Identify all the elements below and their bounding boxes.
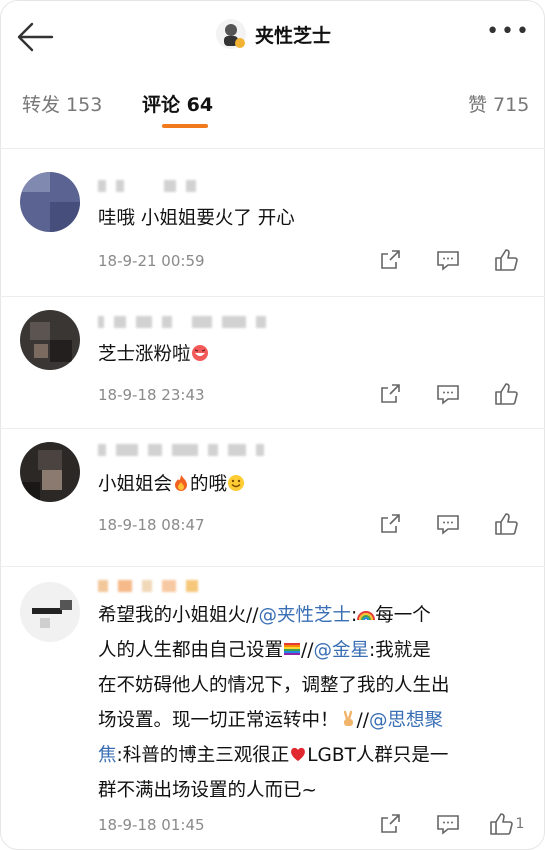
tab-reposts[interactable]: 转发 153 xyxy=(22,90,102,117)
tab-bar: 转发 153 评论 64 赞 715 xyxy=(0,80,545,132)
comment-icon[interactable] xyxy=(419,510,477,538)
rainbow-flag-emoji-icon xyxy=(283,635,301,655)
comment-time: 18-9-18 08:47 xyxy=(98,516,205,534)
victory-hand-emoji-icon xyxy=(339,705,357,726)
active-tab-indicator xyxy=(162,124,208,128)
tab-comments[interactable]: 评论 64 xyxy=(142,90,213,117)
comment-icon[interactable] xyxy=(419,380,477,408)
like-count: 1 xyxy=(515,816,525,832)
fire-emoji-icon xyxy=(172,470,190,491)
comment-actions xyxy=(361,246,535,274)
share-icon[interactable] xyxy=(361,510,419,538)
divider xyxy=(0,428,545,429)
divider xyxy=(0,296,545,297)
comment-actions: 1 xyxy=(361,810,535,838)
comment-actions xyxy=(361,510,535,538)
laughing-face-emoji-icon xyxy=(191,340,209,361)
avatar[interactable] xyxy=(20,310,80,370)
comment-icon[interactable] xyxy=(419,810,477,838)
like-icon[interactable] xyxy=(477,246,535,274)
comment-actions xyxy=(361,380,535,408)
comment-time: 18-9-18 01:45 xyxy=(98,816,205,834)
username-blurred xyxy=(98,442,264,458)
share-icon[interactable] xyxy=(361,246,419,274)
like-icon[interactable] xyxy=(477,510,535,538)
comment-time: 18-9-18 23:43 xyxy=(98,386,205,404)
username-blurred xyxy=(98,578,198,594)
comment-text: 哇哦 小姐姐要火了 开心 xyxy=(98,208,295,229)
mention-link[interactable]: @金星 xyxy=(313,640,369,661)
like-icon[interactable] xyxy=(477,380,535,408)
top-bar: 夹性芝士 ••• xyxy=(0,0,545,68)
author-avatar xyxy=(215,18,247,50)
share-icon[interactable] xyxy=(361,380,419,408)
comment-icon[interactable] xyxy=(419,246,477,274)
back-arrow-icon[interactable] xyxy=(14,20,54,54)
mention-link[interactable]: @思想聚 xyxy=(369,710,443,731)
comment-item: 芝士涨粉啦 18-9-18 23:43 xyxy=(0,298,545,429)
avatar[interactable] xyxy=(20,582,80,642)
heart-emoji-icon xyxy=(289,740,307,761)
comment-text: 小姐姐会 的哦 xyxy=(98,468,528,501)
page-title: 夹性芝士 xyxy=(255,24,332,47)
comment-item: 小姐姐会 的哦 18-9-18 08:47 xyxy=(0,430,545,570)
mention-link[interactable]: @夹性芝士 xyxy=(258,605,351,626)
avatar[interactable] xyxy=(20,172,80,232)
like-button[interactable]: 1 xyxy=(477,810,535,838)
title-area[interactable]: 夹性芝士 xyxy=(215,14,331,54)
comment-item: 哇哦 小姐姐要火了 开心 18-9-21 00:59 xyxy=(0,160,545,300)
comment-text: 希望我的小姐姐火//@夹性芝士: 每一个 人的人生都由自己设置//@金星:我就是 … xyxy=(98,598,528,808)
more-options-icon[interactable]: ••• xyxy=(486,21,531,43)
tab-likes[interactable]: 赞 715 xyxy=(468,90,529,117)
comment-item: 希望我的小姐姐火//@夹性芝士: 每一个 人的人生都由自己设置//@金星:我就是 … xyxy=(0,568,545,850)
rainbow-emoji-icon xyxy=(357,600,376,621)
comment-text: 芝士涨粉啦 xyxy=(98,338,528,371)
username-blurred xyxy=(98,178,196,194)
smiley-emoji-icon xyxy=(227,470,245,491)
share-icon[interactable] xyxy=(361,810,419,838)
username-blurred xyxy=(98,314,266,330)
divider xyxy=(0,566,545,567)
like-icon xyxy=(489,813,513,835)
comment-time: 18-9-21 00:59 xyxy=(98,252,205,270)
divider xyxy=(0,148,545,149)
avatar[interactable] xyxy=(20,442,80,502)
